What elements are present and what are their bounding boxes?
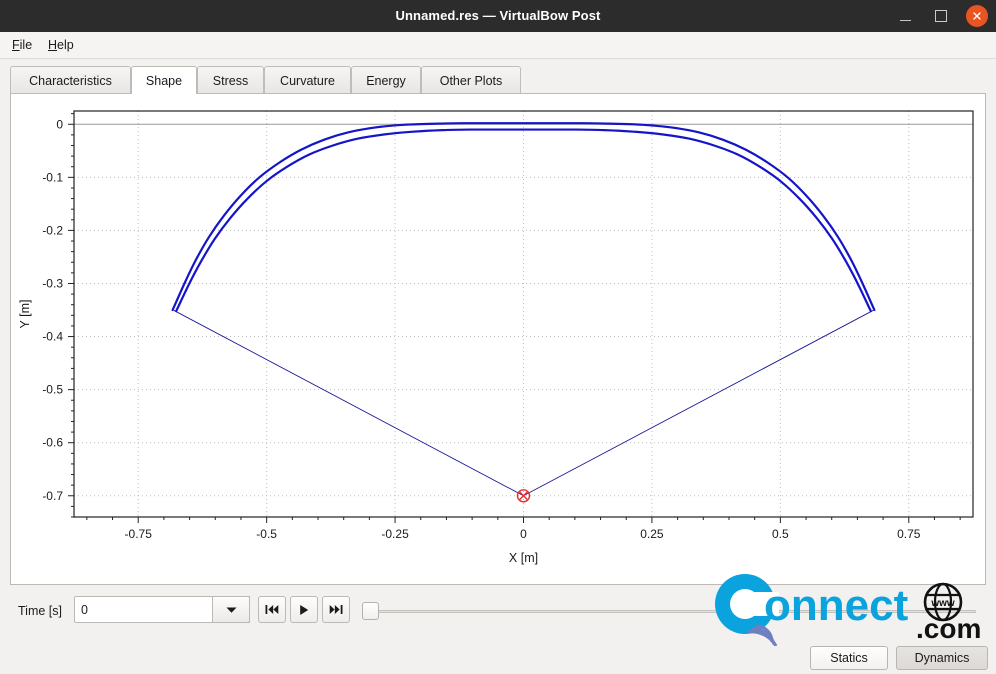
svg-text:-0.5: -0.5 xyxy=(42,383,63,397)
minimize-icon xyxy=(899,19,911,21)
svg-text:-0.3: -0.3 xyxy=(42,276,63,290)
svg-text:0: 0 xyxy=(520,527,527,541)
svg-text:0: 0 xyxy=(56,117,63,131)
time-slider[interactable] xyxy=(362,602,976,620)
dynamics-button-label: Dynamics xyxy=(914,651,970,665)
tab-energy[interactable]: Energy xyxy=(351,66,421,94)
shape-plot-canvas: -0.75 -0.5 -0.25 0 0.25 0.5 0.75 0 -0.1 -0.2 -0.3 -… xyxy=(18,110,974,565)
tab-curvature[interactable]: Curvature xyxy=(264,66,351,94)
minimize-button[interactable] xyxy=(894,5,916,27)
tab-characteristics-label: Characteristics xyxy=(29,73,112,88)
chevron-down-icon xyxy=(226,607,236,613)
time-label: Time [s] xyxy=(18,604,62,618)
statics-button[interactable]: Statics xyxy=(810,646,888,670)
menu-help-mnemonic: H xyxy=(48,38,58,52)
svg-text:-0.1: -0.1 xyxy=(42,170,63,184)
tab-bar: Characteristics Shape Stress Curvature E… xyxy=(10,66,986,94)
close-icon xyxy=(973,12,981,20)
svg-text:0.25: 0.25 xyxy=(640,527,664,541)
play-icon xyxy=(300,604,309,615)
svg-text:-0.4: -0.4 xyxy=(42,330,63,344)
menu-bar: File Help xyxy=(0,32,996,59)
tab-shape-label: Shape xyxy=(145,73,183,88)
svg-text:-0.25: -0.25 xyxy=(381,527,409,541)
svg-text:0.5: 0.5 xyxy=(772,527,789,541)
maximize-icon xyxy=(935,10,947,22)
menu-help-label: elp xyxy=(57,38,74,52)
title-bar: Unnamed.res — VirtualBow Post xyxy=(0,0,996,33)
time-dropdown-button[interactable] xyxy=(212,596,250,623)
svg-text:-0.75: -0.75 xyxy=(125,527,153,541)
skip-to-end-button[interactable] xyxy=(322,596,350,623)
menu-help[interactable]: Help xyxy=(44,36,78,54)
svg-text:-0.2: -0.2 xyxy=(42,223,63,237)
window-controls xyxy=(894,0,988,32)
time-slider-handle[interactable] xyxy=(362,602,379,620)
tab-stress-label: Stress xyxy=(212,73,249,88)
dynamics-button[interactable]: Dynamics xyxy=(896,646,988,670)
window-title: Unnamed.res — VirtualBow Post xyxy=(395,8,601,23)
play-button[interactable] xyxy=(290,596,318,623)
shape-tab-panel: -0.75 -0.5 -0.25 0 0.25 0.5 0.75 0 -0.1 -0.2 -0.3 -… xyxy=(10,93,986,585)
svg-text:0.75: 0.75 xyxy=(897,527,921,541)
svg-text:X [m]: X [m] xyxy=(509,551,538,565)
svg-text:-0.6: -0.6 xyxy=(42,436,63,450)
playback-toolbar: Time [s] 0 xyxy=(0,592,996,640)
menu-file-label: ile xyxy=(19,38,33,52)
tab-energy-label: Energy xyxy=(366,73,406,88)
close-button[interactable] xyxy=(966,5,988,27)
tab-other-plots[interactable]: Other Plots xyxy=(421,66,521,94)
tab-stress[interactable]: Stress xyxy=(197,66,264,94)
time-input-value: 0 xyxy=(81,602,88,617)
svg-text:-0.5: -0.5 xyxy=(256,527,277,541)
statics-button-label: Statics xyxy=(830,651,868,665)
virtualbow-post-window: Unnamed.res — VirtualBow Post File Help … xyxy=(0,0,996,674)
tab-shape[interactable]: Shape xyxy=(131,66,197,94)
skip-to-start-icon xyxy=(265,605,279,614)
time-slider-track xyxy=(370,610,976,613)
tab-characteristics[interactable]: Characteristics xyxy=(10,66,131,94)
svg-text:Y [m]: Y [m] xyxy=(18,300,32,329)
shape-plot[interactable]: -0.75 -0.5 -0.25 0 0.25 0.5 0.75 0 -0.1 -0.2 -0.3 -… xyxy=(11,94,985,584)
maximize-button[interactable] xyxy=(930,5,952,27)
menu-file-mnemonic: F xyxy=(12,38,20,52)
skip-to-end-icon xyxy=(329,605,343,614)
svg-text:-0.7: -0.7 xyxy=(42,489,63,503)
tab-curvature-label: Curvature xyxy=(280,73,335,88)
tab-other-plots-label: Other Plots xyxy=(439,73,503,88)
menu-file[interactable]: File xyxy=(8,36,36,54)
skip-to-start-button[interactable] xyxy=(258,596,286,623)
